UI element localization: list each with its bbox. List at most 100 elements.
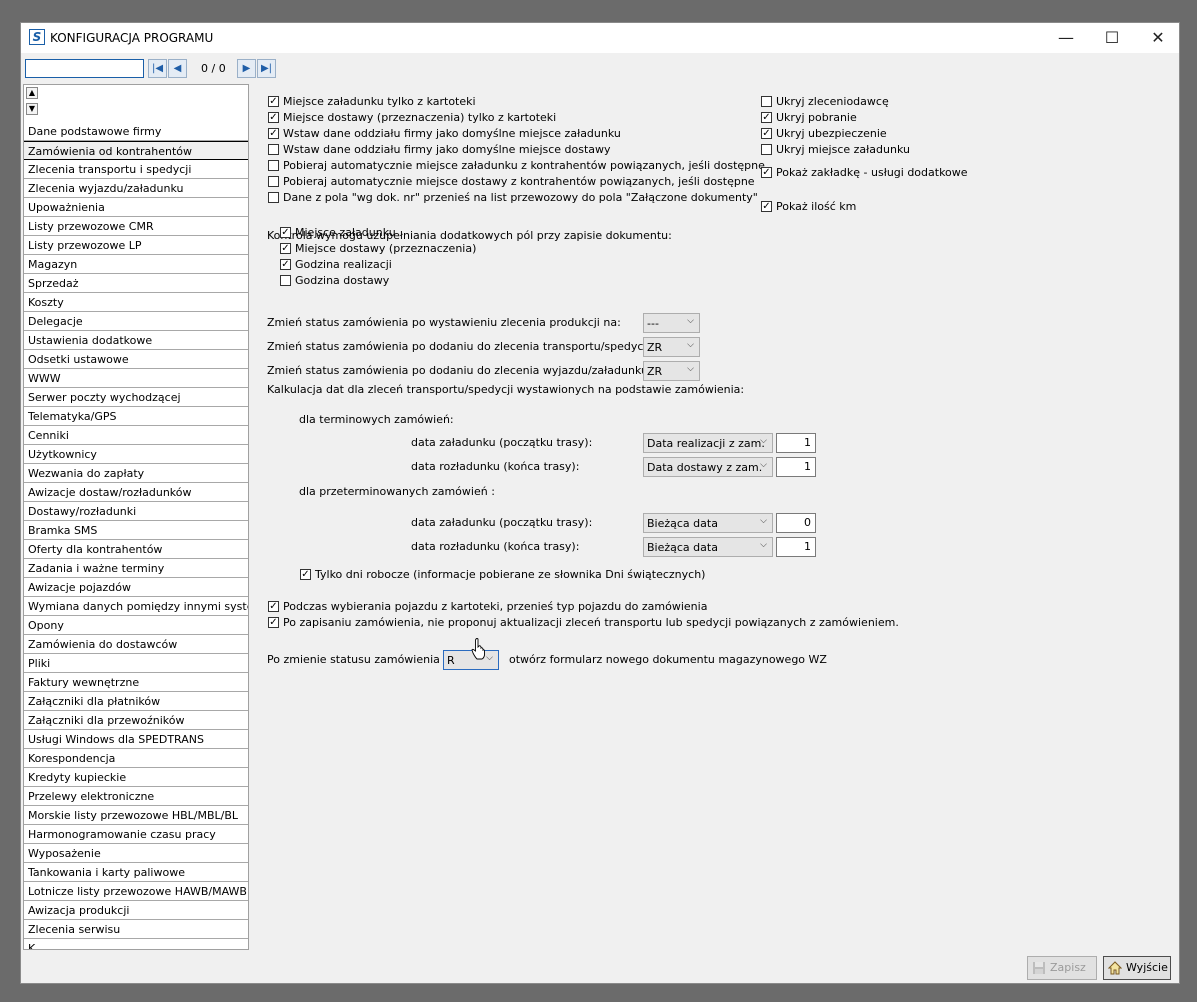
sidebar-item[interactable]: Listy przewozowe LP [24, 236, 248, 255]
status-select[interactable]: ZR ⌵ [643, 337, 700, 357]
date-source-select[interactable]: Bieżąca data ⌵ [643, 537, 773, 557]
checkbox-box[interactable] [761, 144, 772, 155]
sidebar-item[interactable]: Sprzedaż [24, 274, 248, 293]
sidebar-item[interactable]: Zlecenia serwisu [24, 920, 248, 939]
check-icon[interactable]: ✓ [761, 167, 772, 178]
sidebar-item[interactable]: Wyposażenie [24, 844, 248, 863]
days-offset-input[interactable]: 1 [776, 537, 816, 557]
days-offset-input[interactable]: 1 [776, 433, 816, 453]
sidebar-item[interactable]: Bramka SMS [24, 521, 248, 540]
sidebar-item[interactable]: Faktury wewnętrzne [24, 673, 248, 692]
sidebar-item[interactable]: Awizacje pojazdów [24, 578, 248, 597]
days-offset-input[interactable]: 0 [776, 513, 816, 533]
first-record-button[interactable]: |◀ [148, 59, 167, 78]
record-counter: 0 / 0 [201, 62, 226, 75]
sidebar-item[interactable]: Lotnicze listy przewozowe HAWB/MAWB [24, 882, 248, 901]
wz-suffix: otwórz formularz nowego dokumentu magazy… [509, 653, 827, 666]
select-value: Data realizacji z zam. [647, 437, 765, 450]
date-source-select[interactable]: Bieżąca data ⌵ [643, 513, 773, 533]
sidebar-item[interactable]: Magazyn [24, 255, 248, 274]
date-calc-heading: Kalkulacja dat dla zleceń transportu/spe… [267, 383, 745, 396]
scroll-down-button[interactable]: ▼ [26, 103, 38, 115]
sidebar-item[interactable]: Kredyty kupieckie [24, 768, 248, 787]
checkbox-label: Miejsce dostawy (przeznaczenia) tylko z … [283, 111, 557, 124]
sidebar-item[interactable]: Morskie listy przewozowe HBL/MBL/BL [24, 806, 248, 825]
date-source-select[interactable]: Data realizacji z zam. ⌵ [643, 433, 773, 453]
select-value: Data dostawy z zam. [647, 461, 763, 474]
sidebar-item[interactable]: Korespondencja [24, 749, 248, 768]
sidebar-item[interactable]: Serwer poczty wychodzącej [24, 388, 248, 407]
next-icon: ▶ [242, 63, 251, 74]
sidebar-item[interactable]: K [24, 939, 248, 949]
exit-button[interactable]: Wyjście [1103, 956, 1171, 980]
checkbox-label: Dane z pola "wg dok. nr" przenieś na lis… [283, 191, 758, 204]
days-offset-input[interactable]: 1 [776, 457, 816, 477]
sidebar-item[interactable]: Dane podstawowe firmy [24, 122, 248, 141]
check-icon[interactable]: ✓ [280, 259, 291, 270]
sidebar-item[interactable]: Użytkownicy [24, 445, 248, 464]
sidebar-item[interactable]: Telematyka/GPS [24, 407, 248, 426]
sidebar-item[interactable]: Zlecenia wyjazdu/załadunku [24, 179, 248, 198]
sidebar-item[interactable]: Dostawy/rozładunki [24, 502, 248, 521]
sidebar-item[interactable]: Wezwania do zapłaty [24, 464, 248, 483]
status-select[interactable]: --- ⌵ [643, 313, 700, 333]
sidebar-item[interactable]: Awizacja produkcji [24, 901, 248, 920]
close-button[interactable]: ✕ [1135, 23, 1179, 53]
maximize-button[interactable]: ☐ [1089, 23, 1135, 53]
sidebar-item[interactable]: Załączniki dla przewoźników [24, 711, 248, 730]
check-icon[interactable]: ✓ [268, 96, 279, 107]
select-value: ZR [647, 341, 663, 354]
sidebar-item[interactable]: Zamówienia do dostawców [24, 635, 248, 654]
checkbox-label: Pokaż zakładkę - usługi dodatkowe [776, 166, 968, 179]
checkbox-box[interactable] [761, 96, 772, 107]
sidebar-item[interactable]: WWW [24, 369, 248, 388]
check-icon[interactable]: ✓ [761, 201, 772, 212]
sidebar-item[interactable]: Wymiana danych pomiędzy innymi systemami [24, 597, 248, 616]
check-icon[interactable]: ✓ [268, 128, 279, 139]
sidebar-item[interactable]: Oferty dla kontrahentów [24, 540, 248, 559]
checkbox-box[interactable] [268, 176, 279, 187]
last-record-button[interactable]: ▶| [257, 59, 276, 78]
sidebar-item[interactable]: Zlecenia transportu i spedycji [24, 160, 248, 179]
sidebar-item[interactable]: Tankowania i karty paliwowe [24, 863, 248, 882]
sidebar-item[interactable]: Opony [24, 616, 248, 635]
sidebar-item[interactable]: Zadania i ważne terminy [24, 559, 248, 578]
scroll-up-button[interactable]: ▲ [26, 87, 38, 99]
date-source-select[interactable]: Data dostawy z zam. ⌵ [643, 457, 773, 477]
check-icon[interactable]: ✓ [268, 617, 279, 628]
check-icon[interactable]: ✓ [761, 128, 772, 139]
prev-record-button[interactable]: ◀ [168, 59, 187, 78]
checkbox-label: Po zapisaniu zamówienia, nie proponuj ak… [283, 616, 899, 629]
sidebar-item[interactable]: Awizacje dostaw/rozładunków [24, 483, 248, 502]
sidebar-item[interactable]: Upoważnienia [24, 198, 248, 217]
sidebar-item[interactable]: Koszty [24, 293, 248, 312]
minimize-button[interactable]: — [1043, 23, 1089, 53]
check-icon[interactable]: ✓ [761, 112, 772, 123]
next-record-button[interactable]: ▶ [237, 59, 256, 78]
sidebar-item[interactable]: Usługi Windows dla SPEDTRANS [24, 730, 248, 749]
sidebar-item[interactable]: Delegacje [24, 312, 248, 331]
check-icon[interactable]: ✓ [280, 243, 291, 254]
sidebar-item[interactable]: Odsetki ustawowe [24, 350, 248, 369]
sidebar-item[interactable]: Ustawienia dodatkowe [24, 331, 248, 350]
sidebar-item[interactable]: Zamówienia od kontrahentów [24, 141, 248, 160]
check-icon[interactable]: ✓ [300, 569, 311, 580]
search-input[interactable] [25, 59, 144, 78]
check-icon[interactable]: ✓ [268, 112, 279, 123]
sidebar-item[interactable]: Listy przewozowe CMR [24, 217, 248, 236]
check-icon[interactable]: ✓ [268, 601, 279, 612]
save-button[interactable]: Zapisz [1027, 956, 1097, 980]
sidebar-item[interactable]: Harmonogramowanie czasu pracy [24, 825, 248, 844]
checkbox-box[interactable] [268, 144, 279, 155]
checkbox-label: Podczas wybierania pojazdu z kartoteki, … [283, 600, 708, 613]
check-icon[interactable]: ✓ [280, 227, 291, 238]
sidebar-item[interactable]: Załączniki dla płatników [24, 692, 248, 711]
checkbox-box[interactable] [280, 275, 291, 286]
checkbox-box[interactable] [268, 192, 279, 203]
config-window: S KONFIGURACJA PROGRAMU — ☐ ✕ |◀ ◀ 0 / 0… [20, 22, 1180, 984]
sidebar-item[interactable]: Przelewy elektroniczne [24, 787, 248, 806]
checkbox-box[interactable] [268, 160, 279, 171]
sidebar-item[interactable]: Pliki [24, 654, 248, 673]
sidebar-item[interactable]: Cenniki [24, 426, 248, 445]
status-select[interactable]: ZR ⌵ [643, 361, 700, 381]
